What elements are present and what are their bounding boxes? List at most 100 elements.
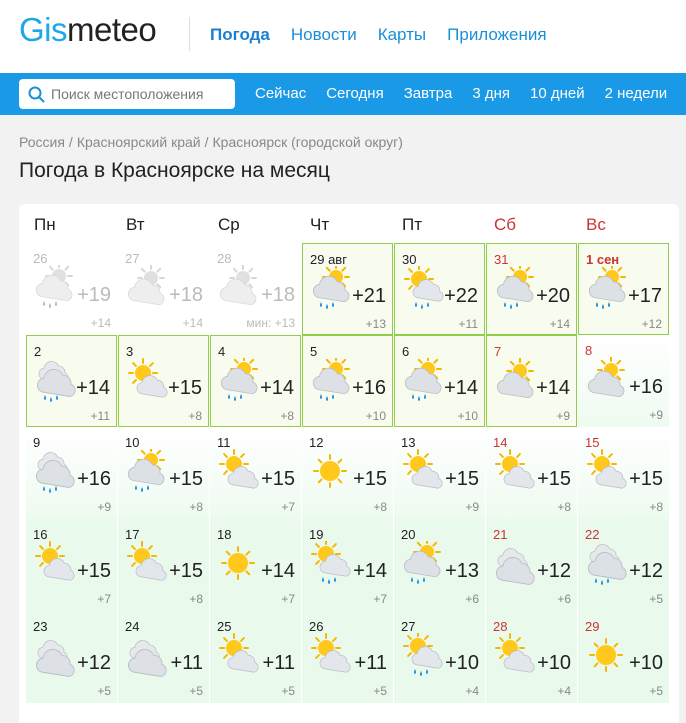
day-date: 22 xyxy=(585,527,600,542)
cloud-sun-rain-icon xyxy=(401,355,445,402)
cloud-sun-rain-icon xyxy=(493,263,537,310)
day-cell[interactable]: 2 +14 +11 xyxy=(26,335,117,427)
day-cell[interactable]: 5 +16 +10 xyxy=(302,335,393,427)
day-cell[interactable]: 25 +11 +5 xyxy=(210,611,301,703)
period-now[interactable]: Сейчас xyxy=(255,85,306,102)
day-cell[interactable]: 27 +10 +4 xyxy=(394,611,485,703)
gismeteo-logo[interactable]: Gismeteo xyxy=(19,11,157,49)
day-max-temp: +15 xyxy=(169,468,203,490)
day-max-temp: +10 xyxy=(537,652,571,674)
day-max-temp: +20 xyxy=(536,285,570,307)
search-input[interactable] xyxy=(51,79,231,109)
day-cell[interactable]: 29 +10 +5 xyxy=(578,611,669,703)
day-max-temp: +14 xyxy=(536,377,570,399)
day-cell[interactable]: 28 +10 +4 xyxy=(486,611,577,703)
day-cell[interactable]: 8 +16 +9 xyxy=(578,335,669,427)
day-min-temp: +5 xyxy=(281,684,295,698)
period-today[interactable]: Сегодня xyxy=(326,85,384,102)
day-min-temp: +11 xyxy=(90,409,110,423)
day-cell[interactable]: 30 +22 +11 xyxy=(394,243,485,335)
day-max-temp: +14 xyxy=(353,560,387,582)
day-cell[interactable]: 13 +15 +9 xyxy=(394,427,485,519)
day-cell[interactable]: 27 +18 +14 xyxy=(118,243,209,335)
nav-item-weather[interactable]: Погода xyxy=(210,25,270,45)
nav-item-apps[interactable]: Приложения xyxy=(447,25,546,45)
search-box[interactable] xyxy=(19,79,235,109)
breadcrumb-country[interactable]: Россия xyxy=(19,134,65,150)
day-date: 26 xyxy=(33,251,48,266)
day-cell[interactable]: 15 +15 +8 xyxy=(578,427,669,519)
sun-cloud-icon xyxy=(32,541,76,585)
day-min-temp: +7 xyxy=(373,592,387,606)
day-date: 7 xyxy=(494,344,502,359)
day-max-temp: +18 xyxy=(169,284,203,306)
day-cell[interactable]: 14 +15 +8 xyxy=(486,427,577,519)
sun-cloud-icon xyxy=(308,633,352,677)
day-cell[interactable]: 21 +12 +6 xyxy=(486,519,577,611)
day-cell[interactable]: 11 +15 +7 xyxy=(210,427,301,519)
day-max-temp: +14 xyxy=(261,560,295,582)
day-cell[interactable]: 28 +18 мин: +13 xyxy=(210,243,301,335)
sun-icon xyxy=(216,541,260,585)
day-cell[interactable]: 17 +15 +8 xyxy=(118,519,209,611)
day-cell[interactable]: 16 +15 +7 xyxy=(26,519,117,611)
period-10-days[interactable]: 10 дней xyxy=(530,85,585,102)
day-cell[interactable]: 31 +20 +14 xyxy=(486,243,577,335)
day-cell[interactable]: 22 +12 +5 xyxy=(578,519,669,611)
day-max-temp: +15 xyxy=(169,560,203,582)
sun-icon xyxy=(308,449,352,493)
day-date: 12 xyxy=(309,435,324,450)
day-cell[interactable]: 9 +16 +9 xyxy=(26,427,117,519)
day-date: 18 xyxy=(217,527,232,542)
breadcrumb-city[interactable]: Красноярск (городской округ) xyxy=(213,134,403,150)
day-cell[interactable]: 6 +14 +10 xyxy=(394,335,485,427)
sun-cloud-icon xyxy=(492,633,536,677)
weekday-header: Пт xyxy=(402,215,423,234)
day-min-temp: +12 xyxy=(641,317,662,331)
day-min-temp: +6 xyxy=(557,592,571,606)
day-date: 21 xyxy=(493,527,508,542)
day-cell[interactable]: 3 +15 +8 xyxy=(118,335,209,427)
cloud-rain-icon xyxy=(584,541,628,585)
day-max-temp: +10 xyxy=(629,652,663,674)
day-cell[interactable]: 12 +15 +8 xyxy=(302,427,393,519)
day-cell[interactable]: 10 +15 +8 xyxy=(118,427,209,519)
nav-item-maps[interactable]: Карты xyxy=(378,25,426,45)
period-tomorrow[interactable]: Завтра xyxy=(404,85,453,102)
nav-item-news[interactable]: Новости xyxy=(291,25,357,45)
day-min-temp: +8 xyxy=(280,409,294,423)
sun-icon xyxy=(584,633,628,677)
day-cell[interactable]: 23 +12 +5 xyxy=(26,611,117,703)
day-max-temp: +15 xyxy=(353,468,387,490)
cloud-sun-icon xyxy=(124,264,168,309)
sun-cloud-rain-icon xyxy=(308,539,352,585)
day-max-temp: +21 xyxy=(352,285,386,307)
day-cell[interactable]: 26 +19 +14 xyxy=(26,243,117,335)
day-max-temp: +10 xyxy=(445,652,479,674)
day-cell[interactable]: 29 авг +21 +13 xyxy=(302,243,393,335)
day-cell[interactable]: 1 сен +17 +12 xyxy=(578,243,669,335)
day-cell[interactable]: 4 +14 +8 xyxy=(210,335,301,427)
day-min-temp: +10 xyxy=(365,409,386,423)
sun-cloud-icon xyxy=(216,449,260,493)
day-date: 27 xyxy=(125,251,140,266)
day-min-temp: +8 xyxy=(188,409,202,423)
day-date: 23 xyxy=(33,619,48,634)
day-cell[interactable]: 24 +11 +5 xyxy=(118,611,209,703)
day-date: 28 xyxy=(493,619,508,634)
day-cell[interactable]: 20 +13 +6 xyxy=(394,519,485,611)
day-cell[interactable]: 7 +14 +9 xyxy=(486,335,577,427)
day-max-temp: +12 xyxy=(629,560,663,582)
period-3-days[interactable]: 3 дня xyxy=(472,85,510,102)
cloud-sun-rain-icon xyxy=(32,262,76,309)
breadcrumb-region[interactable]: Красноярский край xyxy=(77,134,201,150)
day-min-temp: +5 xyxy=(373,684,387,698)
day-min-temp: +4 xyxy=(465,684,479,698)
day-cell[interactable]: 18 +14 +7 xyxy=(210,519,301,611)
day-date: 9 xyxy=(33,435,41,450)
day-min-temp: мин: +13 xyxy=(246,316,295,330)
day-max-temp: +14 xyxy=(444,377,478,399)
day-cell[interactable]: 26 +11 +5 xyxy=(302,611,393,703)
day-cell[interactable]: 19 +14 +7 xyxy=(302,519,393,611)
period-2-weeks[interactable]: 2 недели xyxy=(605,85,668,102)
